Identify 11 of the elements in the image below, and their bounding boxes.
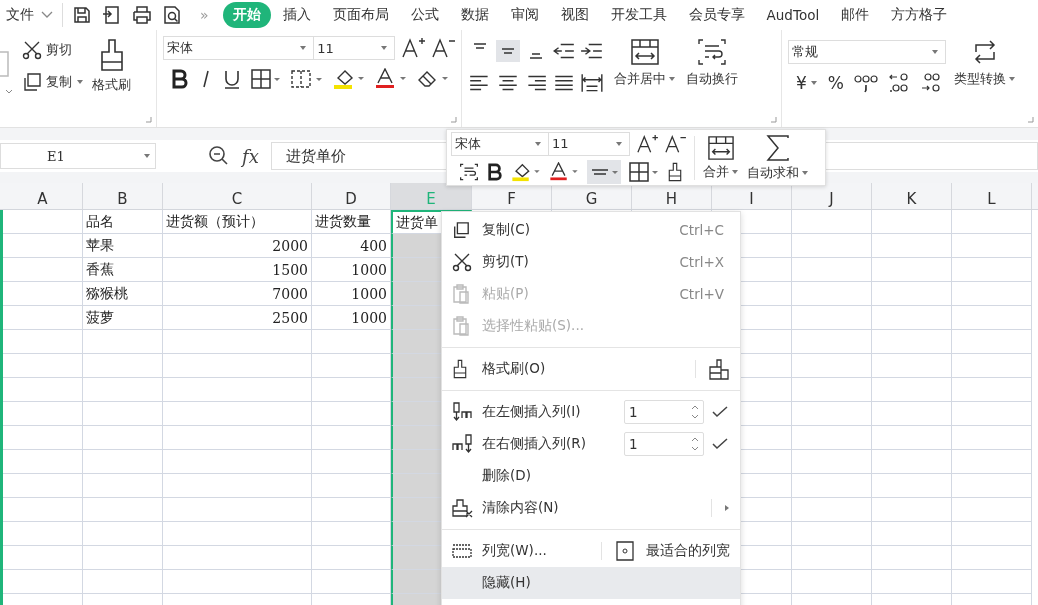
table-cell: 苹果 [83, 234, 163, 258]
table-cell: 7000 [163, 282, 312, 306]
table-cell: 猕猴桃 [83, 282, 163, 306]
table-cell: 1500 [163, 258, 312, 282]
table-cell: 进货额（预计） [163, 210, 312, 234]
table-cell: 进货数量 [312, 210, 391, 234]
table-cell: 2500 [163, 306, 312, 330]
table-cell: 香蕉 [83, 258, 163, 282]
table-cell: 菠萝 [83, 306, 163, 330]
table-cell: 2000 [163, 234, 312, 258]
table-cell: 品名 [83, 210, 163, 234]
